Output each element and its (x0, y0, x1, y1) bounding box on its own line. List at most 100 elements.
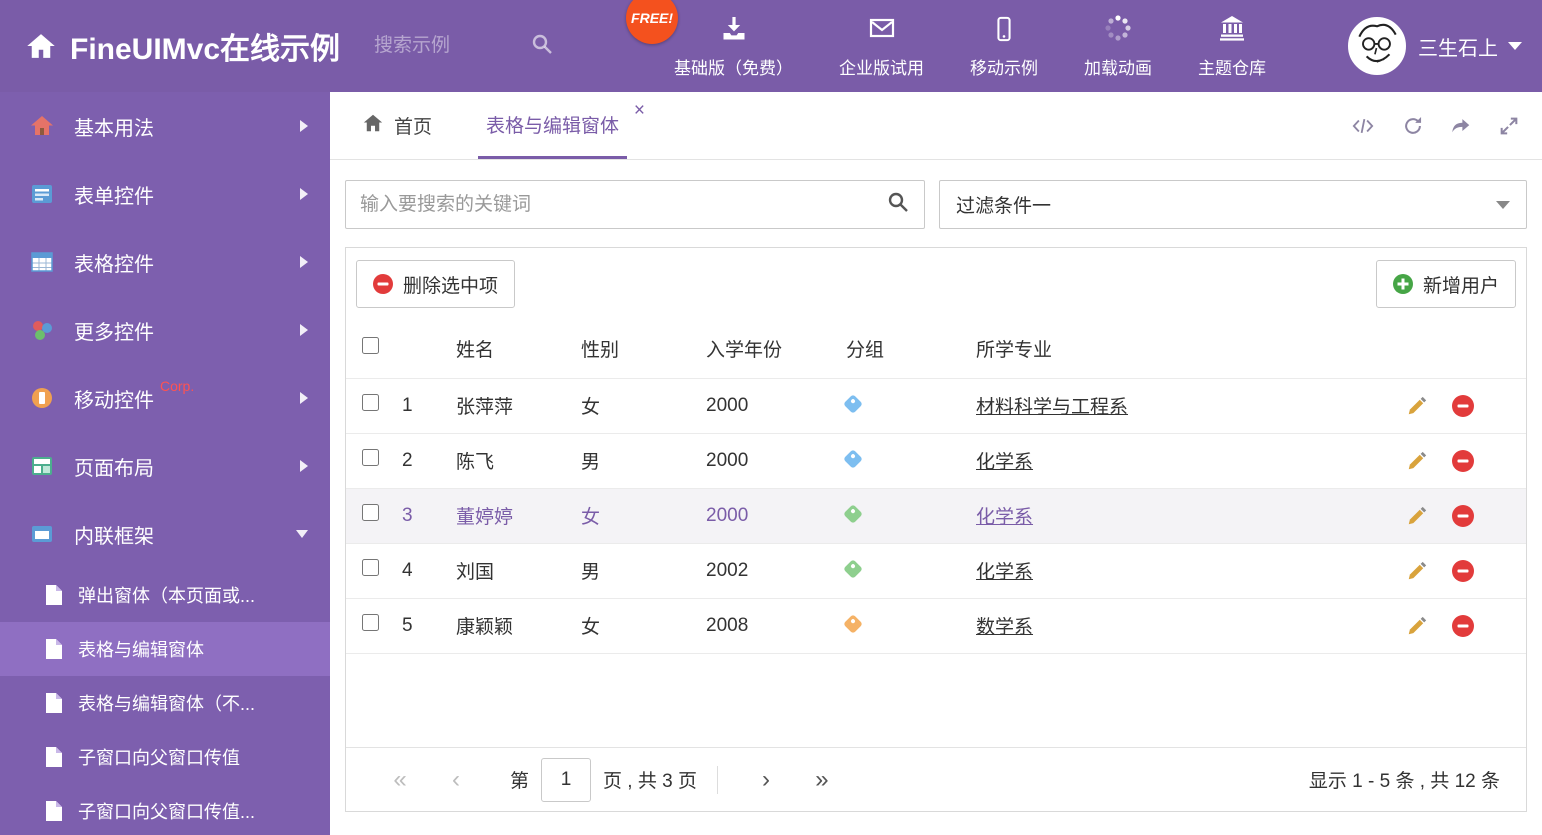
delete-icon[interactable] (1452, 394, 1474, 417)
column-name: 姓名 (456, 340, 495, 362)
major-link[interactable]: 材料科学与工程系 (976, 397, 1128, 418)
page-input[interactable] (541, 757, 592, 802)
row-checkbox[interactable] (362, 559, 379, 576)
sidebar-subitem-popup-window[interactable]: 弹出窗体（本页面或... (0, 568, 330, 622)
tab-bar: 首页 表格与编辑窗体 × (330, 92, 1542, 160)
prev-page-button[interactable]: ‹ (428, 766, 484, 794)
expand-icon[interactable] (1498, 115, 1520, 137)
delete-icon[interactable] (1452, 559, 1474, 582)
user-menu[interactable]: 三生石上 (1348, 17, 1522, 75)
tag-icon[interactable] (843, 503, 863, 524)
sidebar-item-grid-controls[interactable]: 表格控件 (0, 228, 330, 296)
sidebar-item-basic-usage[interactable]: 基本用法 (0, 92, 330, 160)
edit-icon[interactable] (1406, 395, 1428, 417)
table-row[interactable]: 3 董婷婷 女 2000 化学系 (346, 487, 1526, 543)
file-icon (46, 585, 62, 605)
code-icon[interactable] (1350, 115, 1376, 137)
users-table: 姓名 性别 入学年份 分组 所学专业 1 张萍萍 女 2000 材料科学与工程系 (346, 320, 1526, 654)
header-search-input[interactable] (374, 35, 525, 57)
sidebar-subitem-grid-edit-window[interactable]: 表格与编辑窗体 (0, 622, 330, 676)
sidebar-subitem-child-to-parent-2[interactable]: 子窗口向父窗口传值... (0, 784, 330, 835)
layout-icon (30, 454, 54, 478)
pagination-divider (716, 765, 718, 794)
row-number: 3 (402, 487, 456, 543)
free-badge: FREE! (626, 0, 679, 44)
sidebar-subitem-child-to-parent[interactable]: 子窗口向父窗口传值 (0, 730, 330, 784)
avatar (1348, 17, 1406, 75)
select-all-checkbox[interactable] (362, 337, 379, 355)
menu-enterprise-trial[interactable]: 企业版试用 (839, 14, 924, 79)
sidebar-item-label: 表格控件 (74, 253, 154, 276)
keyword-search-input[interactable] (360, 193, 886, 216)
home-icon (362, 112, 384, 140)
refresh-icon[interactable] (1402, 115, 1424, 137)
plus-circle-icon (1392, 274, 1413, 294)
cell-name: 张萍萍 (456, 377, 581, 433)
delete-selected-button[interactable]: 删除选中项 (356, 260, 516, 308)
table-row[interactable]: 4 刘国 男 2002 化学系 (346, 542, 1526, 598)
cell-name: 董婷婷 (456, 487, 581, 543)
sidebar-subitem-label: 弹出窗体（本页面或... (78, 586, 256, 606)
delete-icon[interactable] (1452, 449, 1474, 472)
tag-icon[interactable] (843, 558, 863, 579)
menu-loading-animation[interactable]: 加载动画 (1084, 14, 1152, 79)
cell-gender: 男 (581, 542, 706, 598)
tag-icon[interactable] (843, 613, 863, 634)
tag-icon[interactable] (843, 448, 863, 469)
edit-icon[interactable] (1406, 450, 1428, 472)
sidebar-item-page-layout[interactable]: 页面布局 (0, 432, 330, 500)
sidebar-item-form-controls[interactable]: 表单控件 (0, 160, 330, 228)
edit-icon[interactable] (1406, 560, 1428, 582)
sidebar-item-iframe[interactable]: 内联框架 (0, 500, 330, 568)
sidebar-subitem-label: 子窗口向父窗口传值... (78, 802, 256, 822)
search-icon[interactable] (530, 32, 554, 61)
bank-icon (1218, 14, 1246, 47)
row-checkbox[interactable] (362, 394, 379, 411)
column-actions (1406, 320, 1526, 378)
tag-icon[interactable] (843, 393, 863, 414)
file-icon (46, 639, 62, 659)
table-header-row: 姓名 性别 入学年份 分组 所学专业 (346, 320, 1526, 378)
chevron-right-icon (300, 256, 308, 268)
row-checkbox[interactable] (362, 449, 379, 466)
major-link[interactable]: 化学系 (976, 452, 1033, 473)
major-link[interactable]: 数学系 (976, 617, 1033, 638)
major-link[interactable]: 化学系 (976, 507, 1033, 528)
delete-icon[interactable] (1452, 504, 1474, 527)
cell-gender: 女 (581, 377, 706, 433)
share-icon[interactable] (1450, 115, 1472, 137)
last-page-button[interactable]: » (794, 766, 850, 794)
menu-basic-free[interactable]: FREE! 基础版（免费） (626, 0, 794, 79)
table-row[interactable]: 1 张萍萍 女 2000 材料科学与工程系 (346, 377, 1526, 433)
sidebar-item-label: 基本用法 (74, 117, 154, 140)
chevron-right-icon (300, 324, 308, 336)
file-icon (46, 693, 62, 713)
first-page-button[interactable]: « (372, 766, 428, 794)
home-icon[interactable] (26, 31, 56, 61)
sidebar-item-mobile-controls[interactable]: 移动控件 Corp. (0, 364, 330, 432)
filter-dropdown[interactable]: 过滤条件一 (939, 180, 1527, 229)
tab-grid-edit-window[interactable]: 表格与编辑窗体 × (478, 92, 645, 159)
cell-gender: 女 (581, 597, 706, 654)
row-checkbox[interactable] (362, 504, 379, 521)
sidebar-item-more-controls[interactable]: 更多控件 (0, 296, 330, 364)
tab-home[interactable]: 首页 (362, 112, 432, 140)
edit-icon[interactable] (1406, 505, 1428, 527)
tab-label: 首页 (394, 117, 433, 138)
next-page-button[interactable]: › (738, 766, 794, 794)
row-checkbox[interactable] (362, 614, 379, 631)
table-row[interactable]: 5 康颖颖 女 2008 数学系 (346, 597, 1526, 654)
add-user-button[interactable]: 新增用户 (1375, 260, 1516, 308)
table-row[interactable]: 2 陈飞 男 2000 化学系 (346, 432, 1526, 488)
sidebar-subitem-grid-edit-window-2[interactable]: 表格与编辑窗体（不... (0, 676, 330, 730)
delete-icon[interactable] (1452, 614, 1474, 637)
menu-item-label: 基础版（免费） (674, 58, 794, 78)
major-link[interactable]: 化学系 (976, 562, 1033, 583)
menu-mobile-examples[interactable]: 移动示例 (970, 16, 1038, 79)
menu-theme-repo[interactable]: 主题仓库 (1198, 14, 1266, 79)
close-icon[interactable]: × (634, 100, 645, 122)
search-icon[interactable] (886, 190, 910, 219)
pagination-bar: « ‹ 第 页 , 共 3 页 › » 显示 1 - 5 条 , 共 12 条 (346, 747, 1526, 811)
edit-icon[interactable] (1406, 615, 1428, 637)
cell-name: 陈飞 (456, 432, 581, 488)
